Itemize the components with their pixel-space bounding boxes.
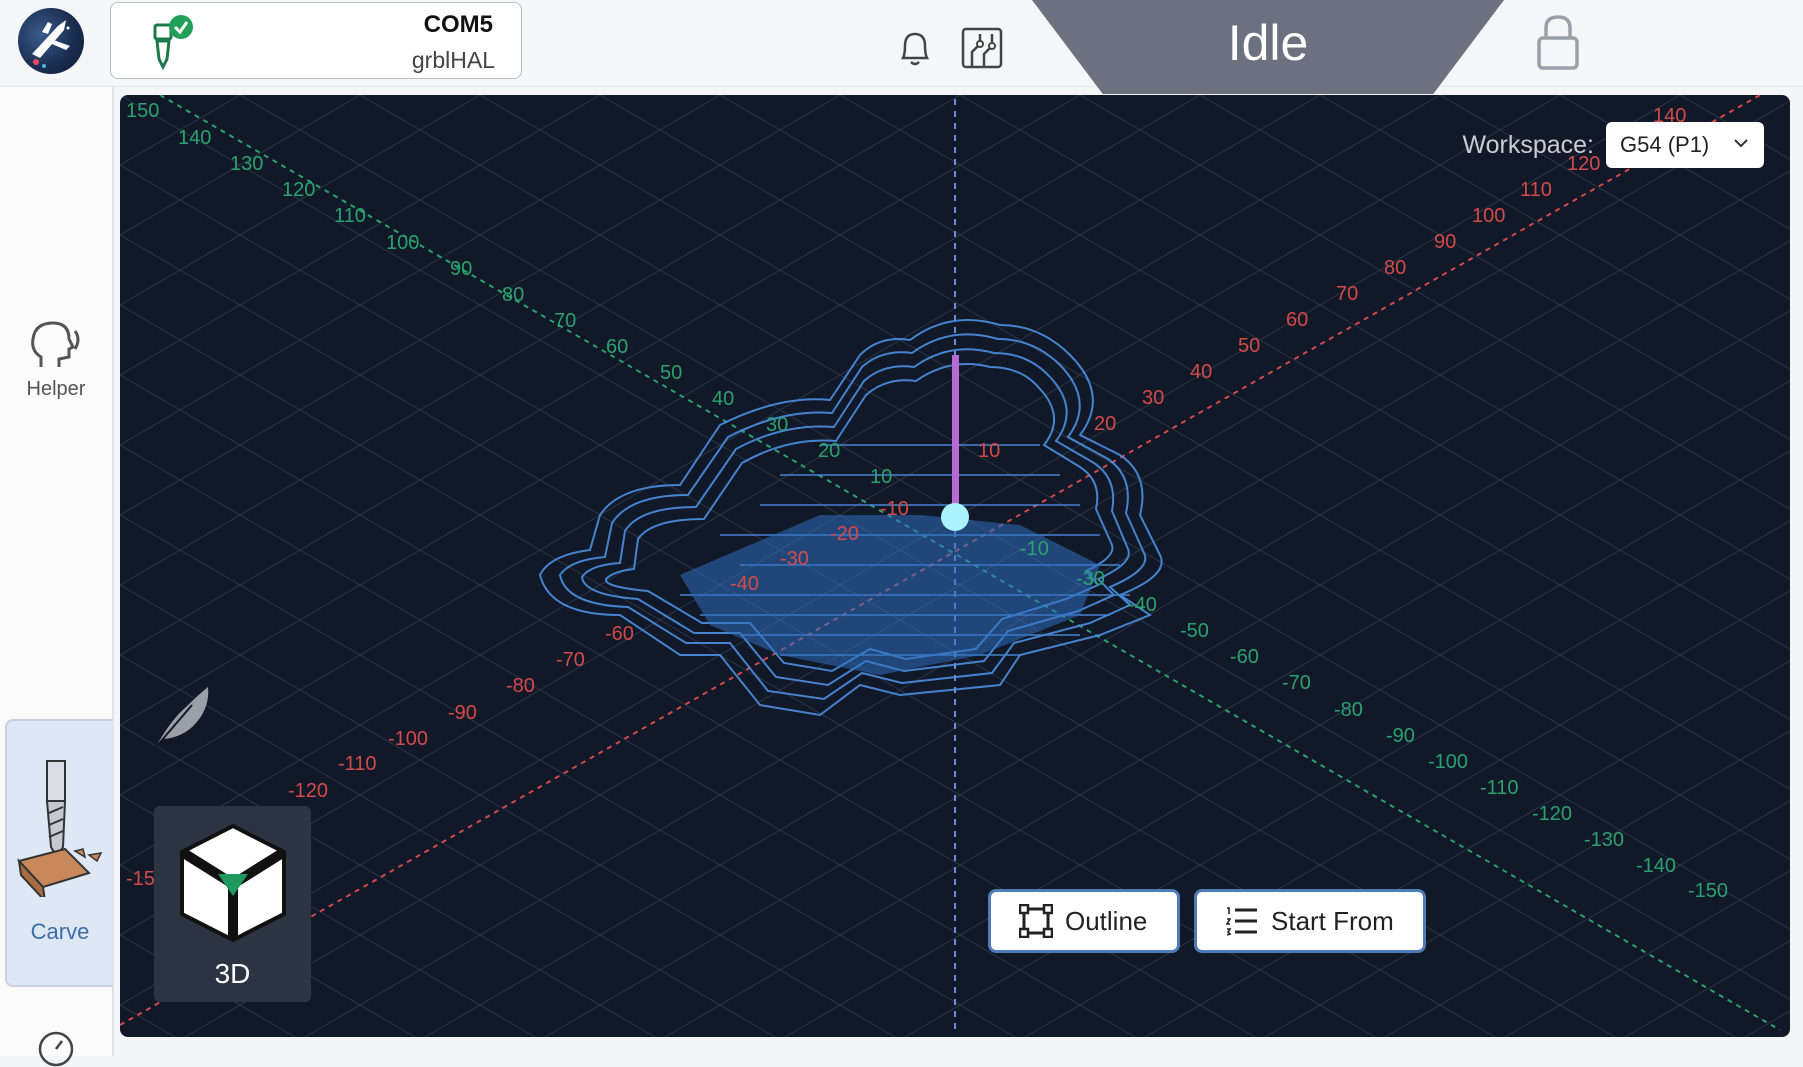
tick-label: -50 bbox=[1180, 620, 1209, 642]
tick-label: 150 bbox=[126, 100, 159, 122]
tick-label: -110 bbox=[1480, 777, 1519, 799]
tick-label: -150 bbox=[1688, 880, 1728, 902]
tick-label: 90 bbox=[450, 258, 472, 280]
tick-label: 80 bbox=[502, 284, 524, 306]
view-mode-label: 3D bbox=[214, 958, 251, 989]
tick-label: -30 bbox=[1076, 568, 1105, 590]
tick-label: 10 bbox=[870, 466, 892, 488]
tick-label: 20 bbox=[1094, 413, 1116, 435]
numbered-list-icon bbox=[1225, 907, 1257, 936]
tick-label: -40 bbox=[1128, 594, 1157, 616]
bell-icon[interactable] bbox=[895, 26, 935, 70]
tick-label: -80 bbox=[506, 675, 535, 697]
tick-label: -130 bbox=[1584, 829, 1624, 851]
outline-label: Outline bbox=[1065, 905, 1148, 936]
tick-label: 80 bbox=[1384, 257, 1406, 279]
tick-label: -20 bbox=[830, 523, 859, 545]
chevron-down-icon bbox=[1734, 139, 1748, 148]
tick-label: 50 bbox=[1238, 335, 1260, 357]
visualizer-canvas[interactable]: 140 120 110 100 90 80 70 60 50 40 30 20 … bbox=[120, 95, 1790, 1037]
tick-label: 110 bbox=[1520, 179, 1552, 201]
tick-label: 50 bbox=[660, 362, 682, 384]
tick-label: -10 bbox=[880, 498, 909, 520]
tick-label: 40 bbox=[1190, 361, 1212, 383]
sidebar-item-label: Carve bbox=[30, 919, 90, 944]
tool-shank bbox=[952, 355, 959, 515]
workspace-dropdown[interactable]: G54 (P1) bbox=[1606, 122, 1764, 168]
gauge-icon[interactable] bbox=[36, 1027, 76, 1067]
firmware-name: grblHAL bbox=[411, 47, 495, 73]
tick-label: 20 bbox=[818, 440, 840, 462]
tick-label: 30 bbox=[1142, 387, 1164, 409]
tool-tip bbox=[941, 503, 969, 531]
tick-label: 10 bbox=[978, 440, 1000, 462]
tick-label: 130 bbox=[230, 153, 263, 175]
app-logo-icon bbox=[32, 20, 70, 68]
tick-label: 140 bbox=[178, 127, 211, 149]
tick-label: -70 bbox=[1282, 672, 1311, 694]
head-speaking-icon bbox=[31, 321, 80, 367]
tick-label: -100 bbox=[1428, 751, 1468, 773]
lock-icon[interactable] bbox=[1534, 14, 1582, 72]
workspace-value: G54 (P1) bbox=[1620, 132, 1710, 157]
tick-label: -60 bbox=[605, 623, 634, 645]
tick-label: -70 bbox=[556, 649, 585, 671]
workspace-label: Workspace: bbox=[1462, 130, 1594, 159]
outline-button[interactable]: Outline bbox=[988, 889, 1180, 953]
tick-label: -80 bbox=[1334, 699, 1363, 721]
feather-icon[interactable] bbox=[152, 683, 212, 749]
port-name: COM5 bbox=[423, 11, 493, 38]
tick-label: 60 bbox=[606, 336, 628, 358]
cube-icon bbox=[179, 823, 287, 943]
tick-label: 70 bbox=[1336, 283, 1358, 305]
visualizer-3d[interactable]: 140 120 110 100 90 80 70 60 50 40 30 20 … bbox=[120, 95, 1790, 1037]
tick-label: -140 bbox=[1636, 855, 1676, 877]
tick-label: -110 bbox=[338, 753, 377, 775]
tick-label: 70 bbox=[554, 310, 576, 332]
app-logo[interactable] bbox=[18, 8, 84, 74]
usb-plug-connected-icon bbox=[153, 15, 193, 71]
sidebar: Helper Carve bbox=[0, 87, 114, 1067]
carve-endmill-icon bbox=[17, 760, 103, 897]
tick-label: 110 bbox=[334, 205, 366, 227]
tick-label: -30 bbox=[780, 548, 809, 570]
view-mode-3d-button[interactable]: 3D bbox=[154, 806, 311, 1002]
workspace-selector: Workspace: G54 (P1) bbox=[1462, 122, 1764, 168]
tick-label: -120 bbox=[288, 780, 328, 802]
tick-label: 100 bbox=[386, 232, 419, 254]
tick-label: -40 bbox=[730, 573, 759, 595]
sidebar-item-carve[interactable]: Carve bbox=[5, 719, 113, 987]
diagnostics-icon[interactable] bbox=[960, 26, 1004, 70]
start-from-button[interactable]: Start From bbox=[1194, 889, 1426, 953]
tick-label: 30 bbox=[766, 414, 788, 436]
top-bar: COM5 grblHAL Idle bbox=[0, 0, 1803, 94]
tick-label: 60 bbox=[1286, 309, 1308, 331]
tick-label: -90 bbox=[448, 702, 477, 724]
machine-status: Idle bbox=[1032, 0, 1504, 94]
tick-label: -90 bbox=[1386, 725, 1415, 747]
tick-label: 40 bbox=[712, 388, 734, 410]
connection-widget[interactable]: COM5 grblHAL bbox=[110, 2, 522, 79]
tick-label: 100 bbox=[1472, 205, 1505, 227]
tick-label: 120 bbox=[282, 179, 315, 201]
machine-status-text: Idle bbox=[1227, 15, 1309, 71]
sidebar-item-label: Helper bbox=[26, 378, 86, 400]
tick-label: -60 bbox=[1230, 646, 1259, 668]
tick-label: 90 bbox=[1434, 231, 1456, 253]
outline-icon bbox=[1019, 904, 1053, 938]
start-from-label: Start From bbox=[1271, 905, 1394, 936]
tick-label: -10 bbox=[1020, 538, 1049, 560]
tick-label: -100 bbox=[388, 728, 428, 750]
sidebar-item-helper[interactable]: Helper bbox=[12, 319, 100, 401]
tick-label: -120 bbox=[1532, 803, 1572, 825]
